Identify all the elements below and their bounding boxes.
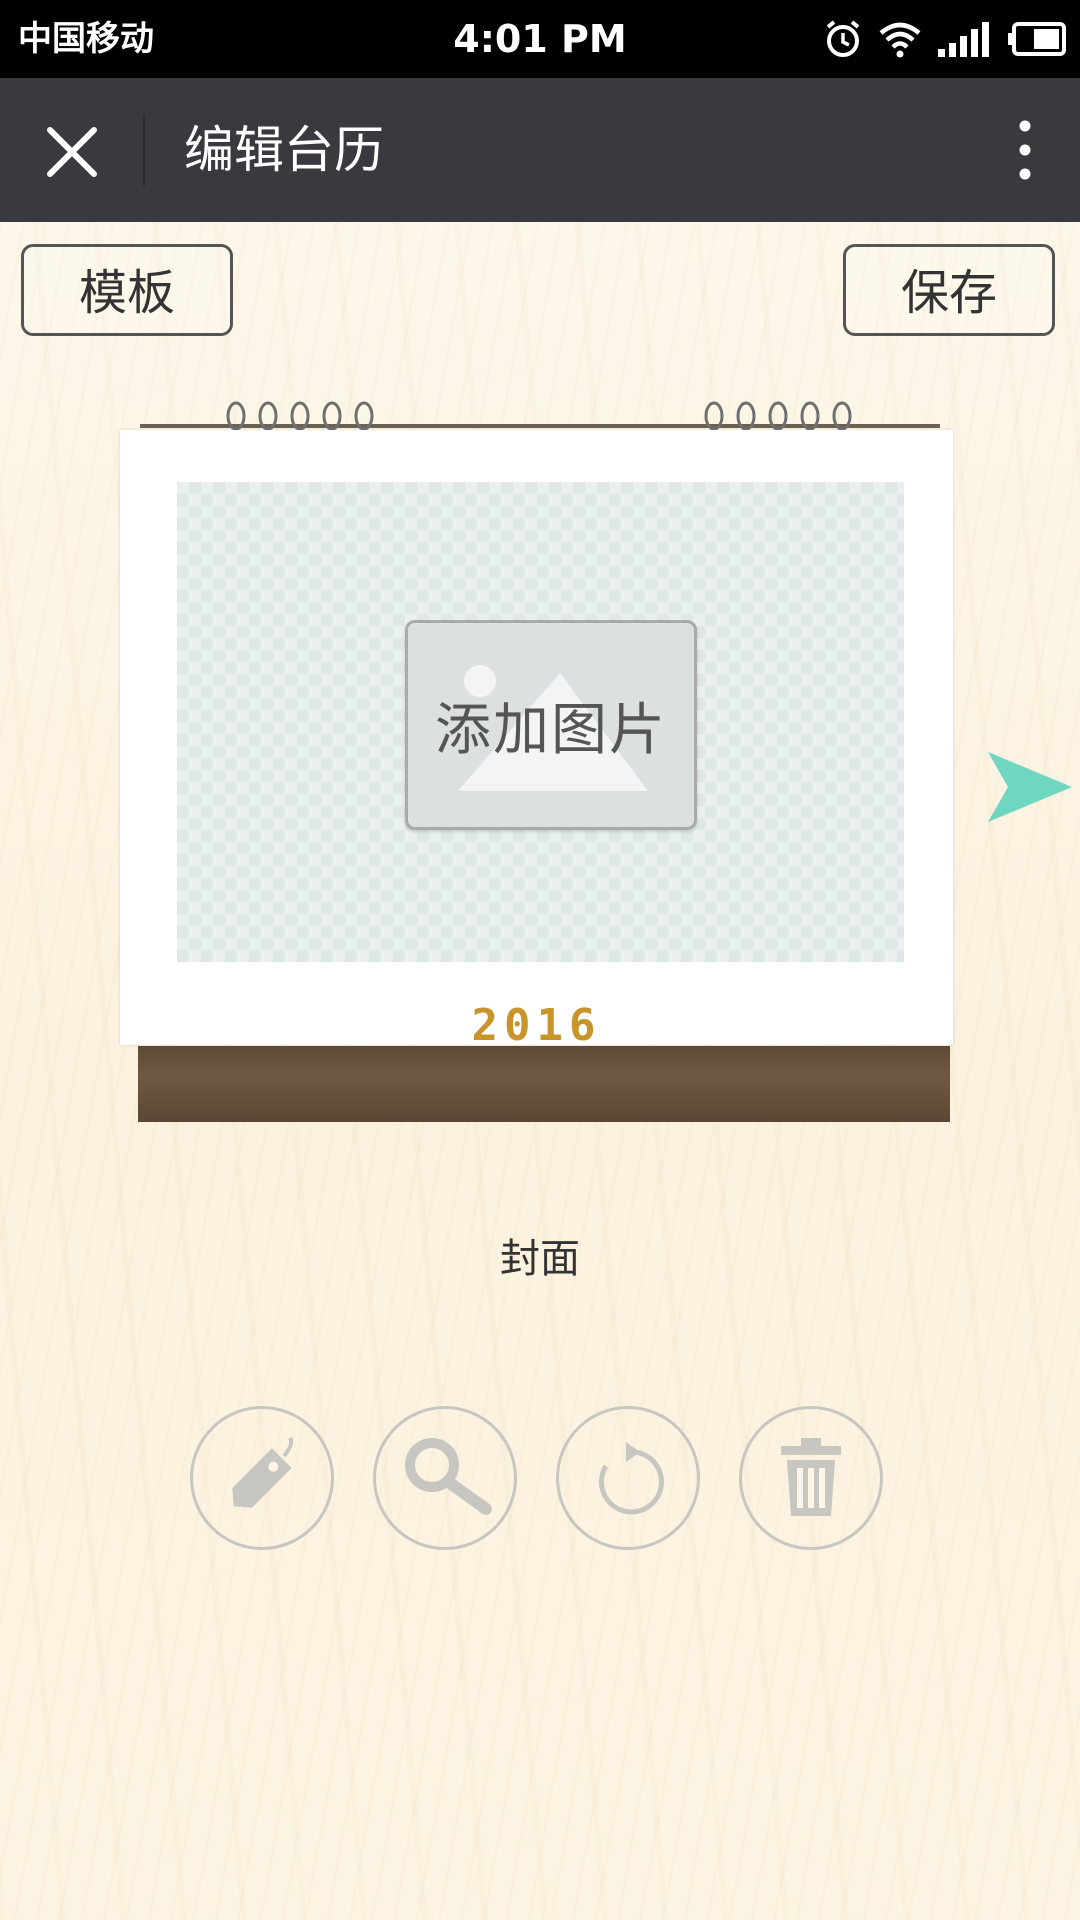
spiral-coil-icon: [226, 401, 374, 431]
tag-icon: [232, 1436, 294, 1508]
signal-icon: [938, 22, 989, 57]
spiral-coils-left: [224, 400, 384, 432]
add-photo-button[interactable]: 添加图片: [405, 620, 697, 830]
more-options-button[interactable]: [1000, 112, 1050, 188]
page-label: 封面: [500, 1236, 580, 1282]
zoom-button[interactable]: [373, 1406, 517, 1550]
wifi-icon: [879, 22, 921, 58]
more-vertical-icon: [1019, 120, 1031, 180]
save-button[interactable]: 保存: [843, 244, 1055, 336]
title-bar: 编辑台历: [0, 78, 1080, 222]
desk-calendar: 添加图片 2016: [120, 398, 960, 1128]
calendar-stand: [138, 1046, 950, 1122]
template-button[interactable]: 模板: [21, 244, 233, 336]
search-icon: [405, 1438, 492, 1515]
alarm-icon: [826, 20, 860, 57]
rotate-button[interactable]: [556, 1406, 700, 1550]
add-photo-label: 添加图片: [435, 697, 667, 763]
close-icon: [47, 127, 97, 177]
close-button[interactable]: [30, 110, 114, 194]
status-bar: 中国移动 4:01 PM: [0, 0, 1080, 78]
status-icons: [822, 14, 1066, 64]
spiral-coil-icon: [704, 401, 852, 431]
delete-button[interactable]: [739, 1406, 883, 1550]
page-title: 编辑台历: [184, 121, 384, 179]
battery-icon: [1008, 22, 1066, 56]
photo-area[interactable]: 添加图片: [177, 482, 904, 962]
rotate-icon: [598, 1442, 664, 1515]
title-divider: [143, 114, 145, 186]
calendar-cover-page: 添加图片 2016: [120, 430, 953, 1051]
calendar-year: 2016: [471, 1000, 602, 1051]
tag-button[interactable]: [190, 1406, 334, 1550]
spiral-coils-right: [702, 400, 862, 432]
tool-bar: [190, 1406, 890, 1556]
next-page-arrow-icon[interactable]: [986, 750, 1074, 824]
trash-icon: [781, 1438, 841, 1516]
